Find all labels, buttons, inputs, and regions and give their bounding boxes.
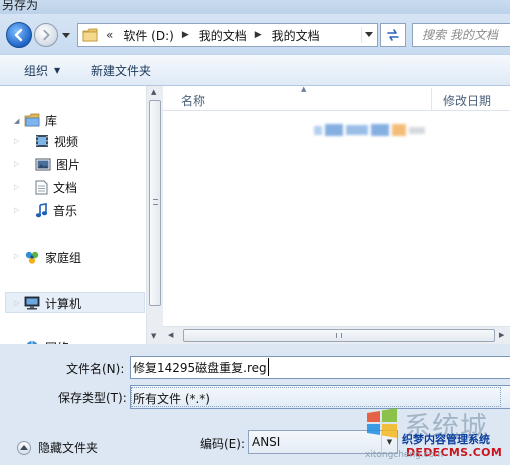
nav-item-libraries[interactable]: 库 — [24, 111, 57, 129]
nav-item-music[interactable]: 音乐 — [35, 201, 77, 219]
encoding-label: 编码(E): — [200, 437, 245, 451]
chevron-down-icon — [364, 32, 373, 37]
document-icon — [35, 180, 48, 194]
filetype-label: 保存类型(T): — [58, 391, 127, 405]
nav-label: 音乐 — [53, 203, 78, 218]
filename-field[interactable] — [130, 356, 510, 379]
library-folder-icon — [24, 113, 40, 127]
filename-label: 文件名(N): — [66, 362, 125, 376]
refresh-icon — [387, 29, 399, 41]
navigation-pane: ◢ 库 ▷ 视频 ▷ 图片 ▷ 文档 ▷ 音乐 ▷ 家庭组 ▷ 计算机 — [0, 86, 146, 344]
scroll-left-arrow-icon[interactable]: ◀ — [168, 331, 173, 339]
expand-arrow-icon[interactable]: ▷ — [14, 252, 22, 260]
nav-label: 库 — [45, 113, 58, 128]
nav-item-videos[interactable]: 视频 — [35, 132, 78, 150]
site-watermark: 系统城 织梦内容管理系统 DEDECMS.COM xitongcheng.com — [362, 403, 510, 465]
new-folder-button[interactable]: 新建文件夹 — [91, 62, 151, 79]
refresh-button[interactable] — [380, 23, 406, 47]
navigation-bar: « 软件 (D:) ▶ 我的文档 ▶ 我的文档 — [0, 14, 510, 54]
organize-menu-button[interactable]: 组织 ▼ — [24, 62, 60, 79]
back-button[interactable] — [6, 22, 32, 48]
history-dropdown-icon[interactable] — [61, 30, 71, 40]
search-input[interactable] — [413, 24, 510, 46]
expand-arrow-icon[interactable]: ▷ — [14, 160, 22, 168]
breadcrumb-current[interactable]: 我的文档 — [272, 27, 320, 44]
nav-item-homegroup[interactable]: 家庭组 — [24, 248, 81, 266]
nav-label: 文档 — [53, 180, 78, 195]
watermark-line-1: 织梦内容管理系统 — [402, 433, 490, 446]
search-box[interactable] — [412, 23, 510, 47]
nav-label: 视频 — [54, 134, 79, 149]
address-bar[interactable]: « 软件 (D:) ▶ 我的文档 ▶ 我的文档 — [77, 23, 378, 47]
address-dropdown-button[interactable] — [361, 27, 375, 43]
grip-icon — [336, 333, 342, 338]
filetype-selected-value: 所有文件 (*.*) — [133, 392, 210, 406]
folder-icon — [82, 28, 98, 42]
nav-item-documents[interactable]: 文档 — [35, 178, 77, 196]
nav-label: 家庭组 — [45, 250, 82, 265]
scroll-right-arrow-icon[interactable]: ▶ — [499, 331, 504, 339]
title-bar: 另存为 — [0, 0, 510, 14]
windows-logo-icon — [367, 408, 397, 438]
arrow-left-icon — [14, 28, 23, 42]
video-icon — [36, 135, 48, 147]
expand-arrow-icon[interactable]: ▷ — [14, 299, 22, 307]
arrow-right-icon — [43, 29, 50, 41]
text-cursor — [268, 358, 269, 376]
scroll-down-arrow-icon[interactable]: ▼ — [151, 332, 156, 340]
encoding-selected-value: ANSI — [252, 435, 281, 449]
address-overflow-chevrons[interactable]: « — [106, 28, 113, 42]
breadcrumb-folder[interactable]: 我的文档 — [199, 27, 247, 44]
scroll-up-arrow-icon[interactable]: ▲ — [151, 88, 156, 96]
expand-arrow-icon[interactable]: ▷ — [14, 183, 22, 191]
breadcrumb-arrow-icon[interactable]: ▶ — [255, 30, 262, 40]
hide-folders-label: 隐藏文件夹 — [38, 441, 99, 455]
nav-label: 图片 — [56, 157, 81, 172]
file-list-horizontal-scrollbar[interactable]: ◀ ▶ — [163, 326, 510, 344]
forward-button[interactable] — [34, 23, 58, 47]
scrollbar-thumb[interactable] — [183, 329, 495, 342]
collapse-arrow-icon — [17, 440, 31, 455]
filename-input[interactable] — [131, 357, 510, 378]
music-note-icon — [35, 202, 48, 217]
hide-folders-button[interactable]: 隐藏文件夹 — [17, 439, 98, 456]
column-header-name[interactable]: 名称 — [181, 92, 205, 109]
breadcrumb-drive[interactable]: 软件 (D:) — [123, 27, 173, 44]
chevron-down-icon: ▼ — [54, 66, 61, 75]
homegroup-icon — [25, 251, 39, 264]
navigation-pane-scrollbar[interactable]: ▲ ▼ — [146, 86, 163, 344]
picture-icon — [35, 158, 51, 170]
expand-collapse-icon[interactable]: ◢ — [14, 117, 22, 125]
scrollbar-thumb[interactable] — [149, 100, 161, 306]
nav-item-computer[interactable]: 计算机 — [24, 294, 81, 312]
expand-arrow-icon[interactable]: ▷ — [14, 206, 22, 214]
nav-label: 计算机 — [45, 296, 82, 311]
expand-arrow-icon[interactable]: ▷ — [14, 137, 22, 145]
nav-item-pictures[interactable]: 图片 — [35, 155, 80, 173]
watermark-url: xitongcheng.com — [365, 450, 443, 460]
organize-label: 组织 — [24, 64, 49, 78]
blurred-watermark-graphic — [314, 124, 425, 136]
window-title: 另存为 — [2, 0, 39, 12]
column-header-date-modified[interactable]: 修改日期 — [443, 92, 491, 109]
toolbar: 组织 ▼ 新建文件夹 — [0, 54, 510, 86]
column-divider[interactable] — [431, 88, 432, 110]
computer-icon — [24, 296, 40, 310]
breadcrumb-arrow-icon[interactable]: ▶ — [182, 30, 189, 40]
column-header-row: ▲ 名称 修改日期 — [163, 85, 510, 111]
grip-icon — [153, 199, 158, 205]
sort-arrow-icon: ▲ — [301, 85, 307, 93]
file-list[interactable]: ▲ 名称 修改日期 ◀ ▶ — [163, 85, 510, 344]
